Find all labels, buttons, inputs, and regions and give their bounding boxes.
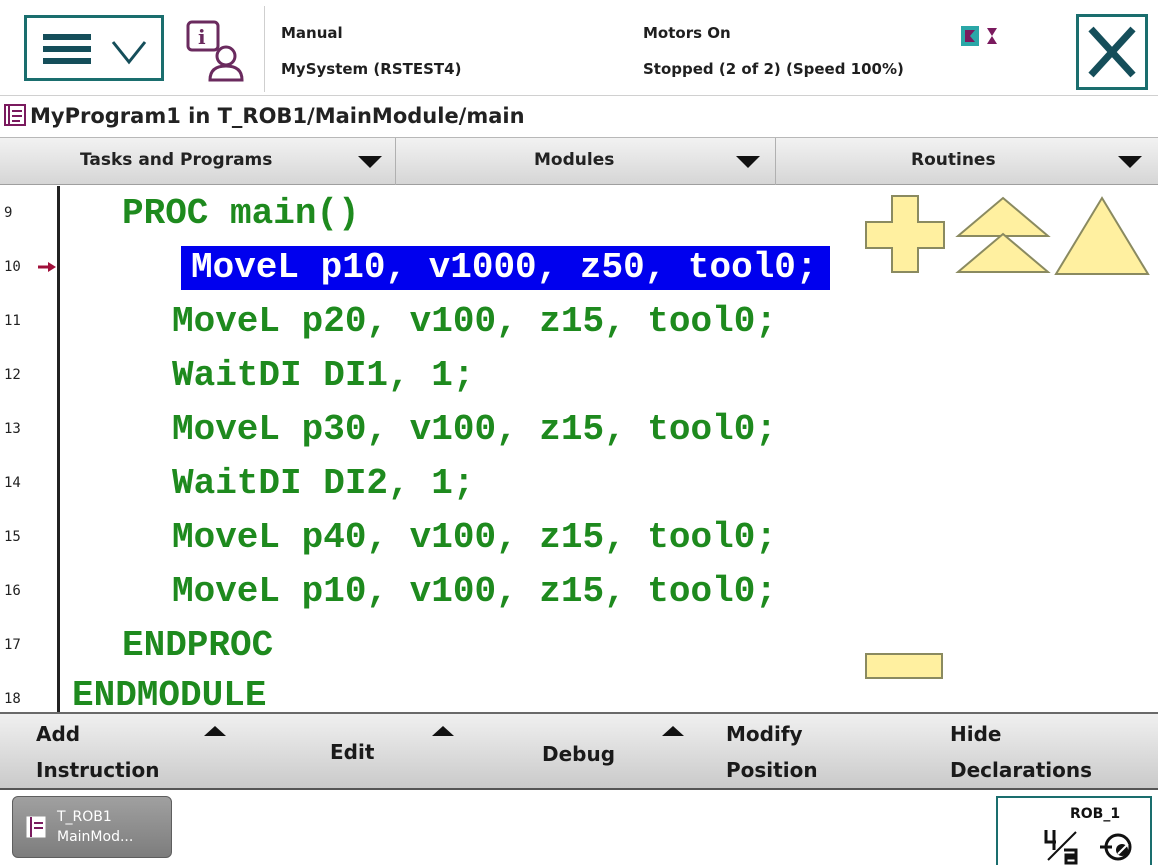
line-number: 17 — [4, 637, 21, 653]
menu-up-arrow-icon — [204, 726, 226, 736]
close-x-icon — [1088, 26, 1136, 78]
code-line[interactable]: MoveL p10, v100, z15, tool0; — [172, 570, 777, 614]
mechanical-unit-name: ROB_1 — [1070, 806, 1121, 822]
routines-label: Routines — [911, 150, 996, 170]
main-menu-button[interactable] — [24, 15, 164, 81]
modules-label: Modules — [534, 150, 615, 170]
scroll-up-icon[interactable] — [1054, 196, 1150, 276]
edit-label: Edit — [330, 740, 375, 764]
motors-state-text: Motors On — [643, 24, 731, 42]
program-editor-task-tile[interactable]: T_ROB1 MainMod... — [12, 796, 172, 858]
task-tile-line-2: MainMod... — [57, 829, 134, 845]
dropdown-arrow-icon — [358, 156, 382, 168]
program-editor-icon — [26, 816, 46, 838]
menu-up-arrow-icon — [432, 726, 454, 736]
line-number: 9 — [4, 205, 13, 221]
code-line[interactable]: MoveL p20, v100, z15, tool0; — [172, 300, 777, 344]
status-bar: i Manual MySystem (RSTEST4) Motors On St… — [0, 0, 1158, 96]
code-line[interactable]: MoveL p40, v100, z15, tool0; — [172, 516, 777, 560]
line-number: 15 — [4, 529, 21, 545]
quickset-button[interactable]: ROB_1 — [996, 796, 1152, 865]
line-number: 14 — [4, 475, 21, 491]
modify-position-label-1: Modify — [726, 722, 803, 746]
program-pointer-icon — [38, 262, 56, 272]
modify-position-label-2: Position — [726, 758, 818, 782]
routines-dropdown[interactable]: Routines — [776, 138, 1158, 185]
code-line[interactable]: WaitDI DI2, 1; — [172, 462, 474, 506]
hamburger-menu-icon — [43, 34, 91, 64]
code-line[interactable]: ENDPROC — [122, 624, 273, 668]
modules-dropdown[interactable]: Modules — [396, 138, 776, 185]
code-line-selected[interactable]: MoveL p10, v1000, z50, tool0; — [181, 246, 830, 290]
taskbar: T_ROB1 MainMod... ROB_1 — [0, 790, 1158, 865]
add-instruction-label-1: Add — [36, 722, 81, 746]
zoom-out-icon[interactable] — [864, 652, 944, 680]
zoom-in-icon[interactable] — [864, 194, 946, 274]
code-line[interactable]: WaitDI DI1, 1; — [172, 354, 474, 398]
line-number: 16 — [4, 583, 21, 599]
hide-declarations-button[interactable]: Hide Declarations — [940, 714, 1158, 790]
hide-declarations-label-2: Declarations — [950, 758, 1093, 782]
svg-text:i: i — [198, 25, 206, 49]
mechanical-units-icon — [961, 26, 997, 46]
line-number: 13 — [4, 421, 21, 437]
line-number: 12 — [4, 367, 21, 383]
command-bar: Add Instruction Edit Debug Modify Positi… — [0, 712, 1158, 790]
line-number-gutter: 9 10 11 12 13 14 15 16 17 18 — [0, 186, 60, 712]
close-button[interactable] — [1076, 14, 1148, 90]
line-number: 18 — [4, 691, 21, 707]
page-title: MyProgram1 in T_ROB1/MainModule/main — [30, 104, 525, 128]
debug-label: Debug — [542, 742, 616, 766]
edit-button[interactable]: Edit — [240, 714, 470, 790]
debug-button[interactable]: Debug — [470, 714, 700, 790]
add-instruction-label-2: Instruction — [36, 758, 160, 782]
dropdown-arrow-icon — [1118, 156, 1142, 168]
status-panel[interactable]: Manual MySystem (RSTEST4) Motors On Stop… — [264, 6, 1070, 92]
program-state-text: Stopped (2 of 2) (Speed 100%) — [643, 60, 904, 78]
line-number: 10 — [4, 259, 21, 275]
tasks-and-programs-dropdown[interactable]: Tasks and Programs — [0, 138, 396, 185]
modify-position-button[interactable]: Modify Position — [700, 714, 940, 790]
page-up-icon[interactable] — [954, 196, 1052, 276]
dropdown-arrow-icon — [736, 156, 760, 168]
chevron-down-icon — [111, 41, 147, 65]
program-title-bar: MyProgram1 in T_ROB1/MainModule/main — [0, 97, 1158, 137]
hide-declarations-label-1: Hide — [950, 722, 1002, 746]
code-editor[interactable]: 9 10 11 12 13 14 15 16 17 18 PROC main()… — [0, 186, 1158, 716]
navigation-selector-bar: Tasks and Programs Modules Routines — [0, 137, 1158, 185]
code-line[interactable]: PROC main() — [122, 192, 360, 236]
robot-coordinate-icon — [1100, 833, 1132, 861]
quick-set-increment-icon — [1044, 830, 1078, 865]
task-tile-line-1: T_ROB1 — [57, 809, 112, 825]
line-number: 11 — [4, 313, 21, 329]
program-editor-icon — [4, 104, 26, 126]
event-log-info-icon[interactable]: i — [186, 20, 250, 82]
menu-up-arrow-icon — [662, 726, 684, 736]
code-line[interactable]: MoveL p30, v100, z15, tool0; — [172, 408, 777, 452]
operating-mode-text: Manual — [281, 24, 343, 42]
add-instruction-button[interactable]: Add Instruction — [0, 714, 240, 790]
tasks-and-programs-label: Tasks and Programs — [80, 150, 273, 170]
system-name-text: MySystem (RSTEST4) — [281, 60, 462, 78]
